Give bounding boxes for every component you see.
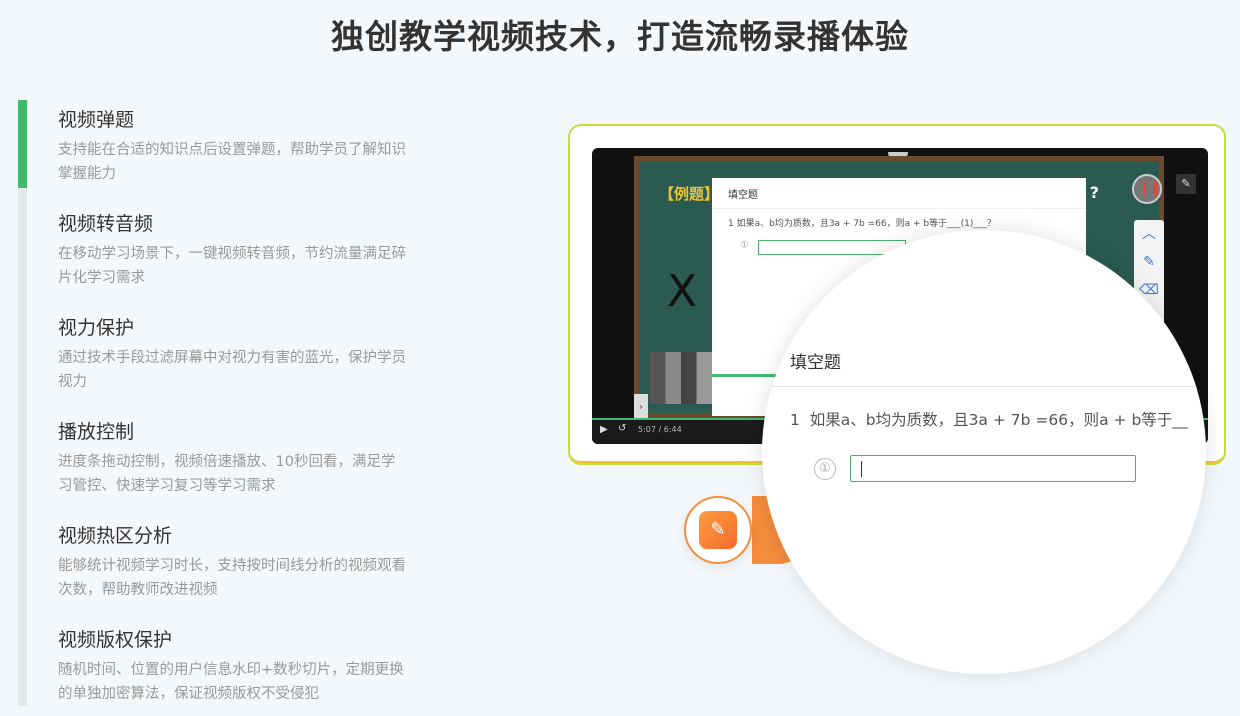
time-display: 5:07 / 6:44 — [638, 425, 682, 434]
feature-item-video-quiz[interactable]: 视频弹题 支持能在合适的知识点后设置弹题，帮助学员了解知识掌握能力 — [58, 104, 408, 186]
feature-desc: 能够统计视频学习时长，支持按时间线分析的视频观看次数，帮助教师改进视频 — [58, 558, 406, 598]
feature-track — [18, 100, 27, 706]
zoom-question-number: 1 — [790, 411, 800, 429]
feature-desc: 通过技术手段过滤屏幕中对视力有害的蓝光，保护学员视力 — [58, 350, 406, 390]
zoom-answer-input[interactable] — [850, 455, 1136, 482]
expand-arrow-icon[interactable]: › — [634, 394, 648, 420]
feature-item-heatmap-analysis[interactable]: 视频热区分析 能够统计视频学习时长，支持按时间线分析的视频观看次数，帮助教师改进… — [58, 520, 408, 602]
feature-desc: 支持能在合适的知识点后设置弹题，帮助学员了解知识掌握能力 — [58, 142, 406, 182]
magnifier-zoom: 填空题 1 如果a、b均为质数，且3a + 7b =66，则a + b等于__ … — [762, 230, 1206, 674]
edit-icon[interactable]: ✎ — [1176, 174, 1196, 194]
record-icon[interactable] — [1132, 174, 1162, 204]
feature-title: 播放控制 — [58, 421, 135, 443]
feature-desc: 在移动学习场景下，一键视频转音频，节约流量满足碎片化学习需求 — [58, 246, 406, 286]
quiz-type-label: 填空题 — [728, 190, 758, 201]
board-mark: X — [667, 266, 698, 317]
board-question-mark: ? — [1089, 183, 1099, 202]
zoom-quiz-question: 1 如果a、b均为质数，且3a + 7b =66，则a + b等于__ — [790, 408, 1188, 430]
page-title: 独创教学视频技术，打造流畅录播体验 — [331, 17, 909, 56]
pen-icon[interactable]: ✎ — [1134, 248, 1164, 276]
feature-list: 视频弹题 支持能在合适的知识点后设置弹题，帮助学员了解知识掌握能力 视频转音频 … — [18, 100, 418, 706]
quiz-progress-bar — [712, 374, 776, 377]
feature-title: 视频热区分析 — [58, 525, 173, 547]
feature-title: 视力保护 — [58, 317, 135, 339]
zoom-quiz-type-label: 填空题 — [790, 353, 841, 373]
note-button[interactable]: ✎ — [684, 496, 752, 564]
note-icon: ✎ — [699, 511, 737, 549]
quiz-question: 1 如果a、b均为质数，且3a + 7b =66，则a + b等于___(1)_… — [728, 219, 996, 229]
teacher-thumbnail — [650, 352, 712, 404]
feature-desc: 随机时间、位置的用户信息水印+数秒切片，定期更换的单独加密算法，保证视频版权不受… — [58, 662, 404, 702]
feature-desc: 进度条拖动控制，视频倍速播放、10秒回看，满足学习管控、快速学习复习等学习需求 — [58, 454, 396, 494]
feature-item-video-to-audio[interactable]: 视频转音频 在移动学习场景下，一键视频转音频，节约流量满足碎片化学习需求 — [58, 208, 408, 290]
play-icon[interactable]: ▶ — [600, 424, 608, 435]
feature-title: 视频版权保护 — [58, 629, 173, 651]
answer-index: ① — [740, 240, 749, 251]
example-tag: 【例题】 — [659, 185, 720, 203]
feature-item-copyright-protection[interactable]: 视频版权保护 随机时间、位置的用户信息水印+数秒切片，定期更换的单独加密算法，保… — [58, 624, 408, 706]
text-cursor — [861, 461, 862, 477]
zoom-question-text: 如果a、b均为质数，且3a + 7b =66，则a + b等于__ — [809, 411, 1188, 429]
feature-title: 视频弹题 — [58, 109, 135, 131]
feature-item-eye-protection[interactable]: 视力保护 通过技术手段过滤屏幕中对视力有害的蓝光，保护学员视力 — [58, 312, 408, 394]
feature-track-active — [18, 100, 27, 188]
feature-title: 视频转音频 — [58, 213, 154, 235]
feature-item-playback-control[interactable]: 播放控制 进度条拖动控制，视频倍速播放、10秒回看，满足学习管控、快速学习复习等… — [58, 416, 408, 498]
zoom-answer-index: ① — [814, 458, 836, 480]
toolbar-up-icon[interactable]: ︿ — [1134, 220, 1164, 248]
replay-icon[interactable]: ↺ — [618, 423, 626, 434]
